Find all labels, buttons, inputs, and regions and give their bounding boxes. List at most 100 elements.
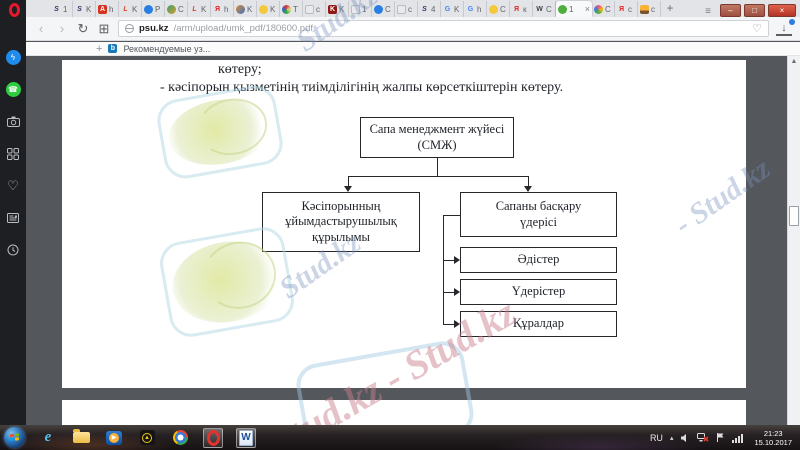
tab-title: 4 [431, 4, 436, 14]
tab-title: C [178, 4, 184, 14]
downloads-icon[interactable]: ↓ [776, 18, 795, 36]
taskbar-chrome[interactable] [170, 428, 190, 448]
browser-tab[interactable]: C [592, 1, 615, 17]
tab-title: c [408, 4, 412, 14]
opera-logo-icon [8, 2, 20, 17]
yandex-favicon: Я [214, 5, 221, 13]
address-bar[interactable]: psu.kz /arm/upload/umk_pdf/180600.pdf ♡ [118, 20, 769, 37]
browser-tab[interactable]: K [234, 1, 257, 17]
diagram-arrowhead [344, 186, 352, 192]
bookmarks-heart-icon[interactable]: ♡ [6, 178, 21, 193]
taskbar-file-explorer[interactable] [71, 428, 91, 448]
scrollbar-thumb[interactable] [789, 206, 799, 226]
media-player-icon: ▶ [106, 430, 122, 445]
signal-bars-icon[interactable] [732, 433, 744, 443]
browser-tab[interactable]: P [142, 1, 165, 17]
diagram-arrowhead [454, 256, 460, 264]
opera-menu-button[interactable] [4, 1, 24, 18]
blue-circle-favicon [374, 4, 383, 14]
browser-tab[interactable]: S4 [418, 1, 441, 17]
start-button[interactable] [4, 427, 25, 448]
browser-tab[interactable]: KK [326, 1, 349, 17]
tab-title: K [454, 4, 460, 14]
browser-tab[interactable]: Gh [464, 1, 487, 17]
diagram-arrowhead [454, 288, 460, 296]
forward-button[interactable]: › [55, 21, 69, 36]
history-clock-icon[interactable] [6, 242, 21, 257]
browser-tab-active[interactable]: 1 × [556, 1, 592, 17]
messenger-icon[interactable]: ϟ [5, 50, 21, 65]
diagram-arrowhead [524, 186, 532, 192]
action-center-flag-icon[interactable] [716, 432, 725, 443]
tab-title: h [224, 4, 229, 14]
browser-tab[interactable]: K [257, 1, 280, 17]
maximize-button[interactable]: □ [744, 4, 765, 17]
whatsapp-icon[interactable]: ☎ [5, 82, 21, 97]
tab-title: 1 [362, 4, 367, 14]
scrollbar-up-icon[interactable]: ▲ [788, 58, 800, 65]
reload-button[interactable]: ↻ [76, 21, 90, 37]
browser-tab[interactable]: S1 [50, 1, 73, 17]
diagram-box-org-structure: Кәсіпорынның ұйымдастырушылық құрылымы [262, 192, 420, 252]
tab-close-icon[interactable]: × [585, 4, 590, 14]
browser-tab[interactable]: c [303, 1, 326, 17]
diagram-connector [348, 176, 529, 177]
tab-title: c [651, 4, 655, 14]
system-tray: RU ▴ 21:23 15.10.2017 [650, 429, 796, 447]
close-button[interactable]: × [768, 4, 796, 17]
google-favicon: G [467, 5, 474, 13]
window-controls: – □ × [720, 4, 796, 17]
browser-tab[interactable]: 1 [349, 1, 372, 17]
tab-title: K [270, 4, 276, 14]
browser-tab[interactable]: C [165, 1, 188, 17]
browser-tab[interactable]: c [395, 1, 418, 17]
browser-tab[interactable]: LK [119, 1, 142, 17]
diagram-box-tools: Құралдар [460, 311, 617, 337]
diagram-box-root: Сапа менеджмент жүйесі (СМЖ) [360, 117, 514, 158]
bird-favicon [489, 4, 498, 14]
taskbar-internet-explorer[interactable]: e [38, 428, 58, 448]
bookmark-item[interactable]: Рекомендуемые уз... [123, 44, 210, 54]
google-favicon: G [444, 5, 451, 13]
speed-dial-icon[interactable] [6, 146, 21, 161]
browser-tab[interactable]: Яc [615, 1, 638, 17]
add-bookmark-button[interactable]: + [96, 43, 102, 55]
snapshot-camera-icon[interactable] [6, 114, 21, 129]
scrollbar[interactable]: ▲ [787, 56, 800, 425]
globe-favicon [236, 4, 245, 14]
volume-icon[interactable] [680, 433, 690, 443]
taskbar-opera-active[interactable] [203, 427, 223, 448]
word-icon: W [239, 429, 253, 446]
taskbar-word-active[interactable]: W [236, 427, 256, 448]
browser-tab[interactable]: Як [510, 1, 533, 17]
taskbar-aimp[interactable]: ▲ [137, 428, 157, 448]
new-tab-button[interactable]: + [661, 1, 679, 17]
browser-tab[interactable]: WC [533, 1, 556, 17]
personal-news-icon[interactable] [6, 210, 21, 225]
tab-title: P [155, 4, 161, 14]
browser-tab[interactable]: C [487, 1, 510, 17]
taskbar-media-player[interactable]: ▶ [104, 428, 124, 448]
taskbar-clock[interactable]: 21:23 15.10.2017 [754, 429, 792, 447]
minimize-button[interactable]: – [720, 4, 741, 17]
image-favicon [640, 4, 649, 14]
tab-menu-icon[interactable]: ≡ [700, 6, 716, 17]
tab-title: C [385, 4, 391, 14]
hidden-icons-arrow[interactable]: ▴ [670, 434, 674, 442]
clock-date: 15.10.2017 [754, 437, 792, 447]
network-error-icon[interactable] [697, 432, 710, 443]
browser-tab[interactable]: c [638, 1, 661, 17]
tab-title: K [247, 4, 253, 14]
browser-tab[interactable]: Яh [211, 1, 234, 17]
url-domain: psu.kz [139, 23, 169, 34]
browser-tab[interactable]: SK [73, 1, 96, 17]
browser-tab[interactable]: LK [188, 1, 211, 17]
browser-tab[interactable]: C [372, 1, 395, 17]
browser-tab[interactable]: Ah [96, 1, 119, 17]
browser-tab[interactable]: GK [441, 1, 464, 17]
bookmark-heart-icon[interactable]: ♡ [752, 22, 762, 35]
browser-tab[interactable]: T [280, 1, 303, 17]
back-button[interactable]: ‹ [34, 21, 48, 36]
language-indicator[interactable]: RU [650, 433, 663, 443]
speed-dial-button[interactable]: ⊞ [97, 21, 111, 37]
